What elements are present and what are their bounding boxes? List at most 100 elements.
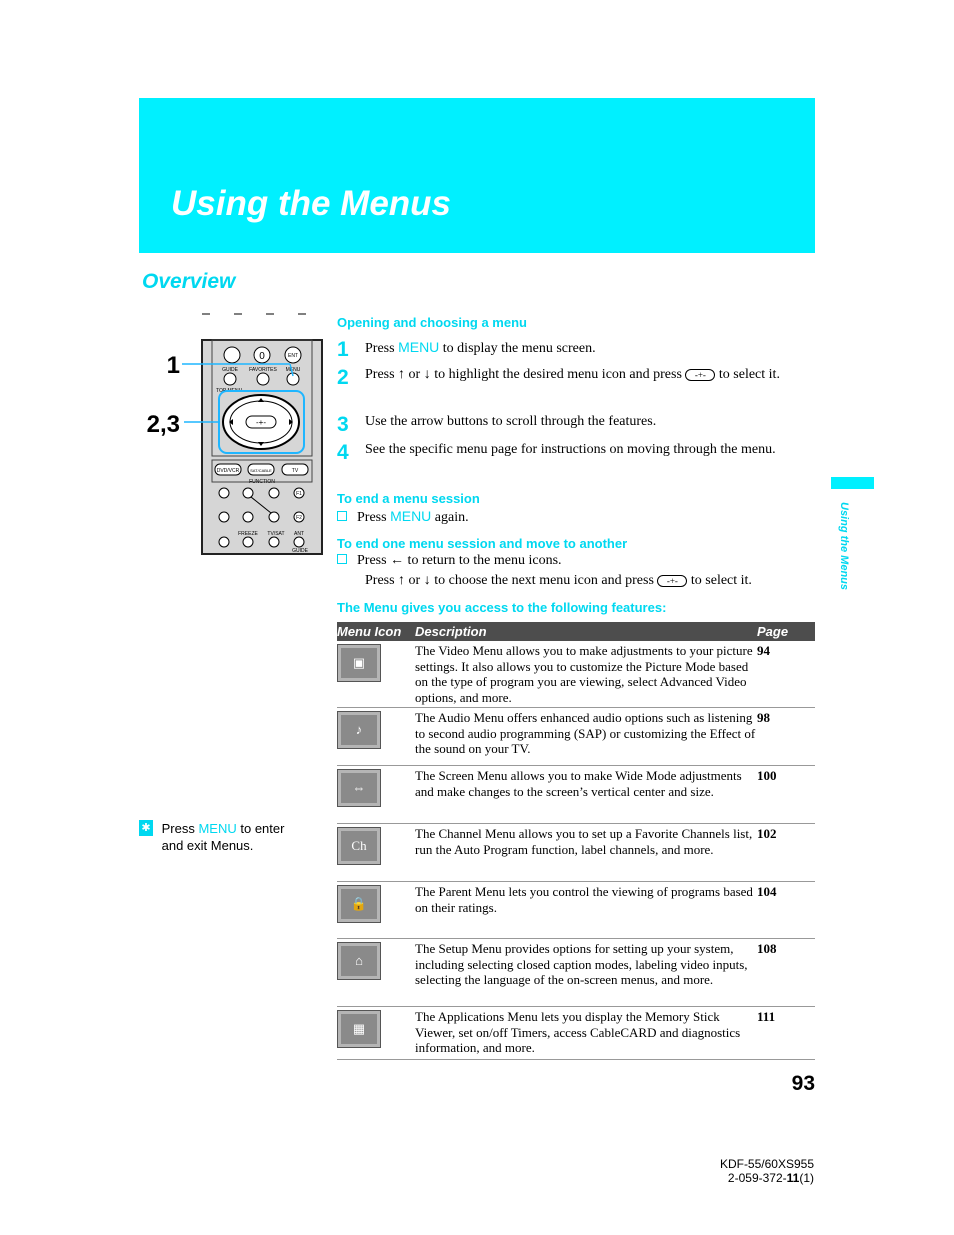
step-text: to display the menu screen. <box>439 341 596 356</box>
row-description: The Audio Menu offers enhanced audio opt… <box>415 710 756 756</box>
ant-label: ANT <box>294 531 304 537</box>
text: again. <box>431 510 469 525</box>
section-title: Overview <box>142 270 236 293</box>
model-number: KDF-55/60XS955 <box>719 1157 814 1171</box>
page-number: 93 <box>791 1072 815 1095</box>
dvd-vcr-label: DVD/VCR <box>217 468 240 474</box>
menu-keyword: MENU <box>390 508 432 524</box>
menu-keyword: MENU <box>398 339 440 355</box>
audio-menu-icon: ♪ <box>337 711 381 749</box>
column-header: Description <box>415 624 487 639</box>
sat-cable-label: SAT/CABLE <box>250 468 272 473</box>
channel-menu-icon: Ch <box>337 827 381 865</box>
select-button-icon: -+- <box>657 574 688 587</box>
features-table: Menu Icon Description Page ▣ The Video M… <box>337 622 815 1060</box>
footer: KDF-55/60XS955 2-059-372-11(1) <box>650 1157 814 1185</box>
guide-label: GUIDE <box>222 367 239 373</box>
step-number: 4 <box>337 441 349 464</box>
column-header: Menu Icon <box>337 624 402 639</box>
step-3: 3 Use the arrow buttons to scroll throug… <box>337 413 817 437</box>
side-tab-label: Using the Menus <box>838 502 850 591</box>
parent-menu-icon: 🔒 <box>337 885 381 923</box>
freeze-label: FREEZE <box>238 531 258 537</box>
row-page: 94 <box>757 643 770 658</box>
header-banner: Using the Menus <box>139 98 815 253</box>
end-one-text: Press ← to return to the menu icons. Pre… <box>337 552 752 590</box>
row-description: The Video Menu allows you to make adjust… <box>415 643 753 705</box>
text: to select it. <box>687 573 752 588</box>
guide2-label: GUIDE <box>292 548 309 554</box>
step-text: Press <box>365 341 399 356</box>
end-one-heading: To end one menu session and move to anot… <box>337 536 628 551</box>
step-text: See the specific menu page for instructi… <box>365 442 776 457</box>
table-row: ▦ The Applications Menu lets you display… <box>337 1007 815 1060</box>
row-description: The Parent Menu lets you control the vie… <box>415 884 753 915</box>
applications-menu-icon: ▦ <box>337 1010 381 1048</box>
step-text: Use the arrow buttons to scroll through … <box>365 414 657 429</box>
tv-sat-label: TV/SAT <box>267 531 284 537</box>
page-title: Using the Menus <box>171 184 452 223</box>
zero-label: 0 <box>259 351 265 362</box>
step-number: 3 <box>337 413 349 436</box>
row-description: The Applications Menu lets you display t… <box>415 1009 741 1055</box>
video-menu-icon: ▣ <box>337 644 381 682</box>
text: Press <box>161 821 199 836</box>
text: Press ← to return to the menu icons. <box>357 553 562 568</box>
features-heading: The Menu gives you access to the followi… <box>337 600 667 615</box>
select-glyph: -+- <box>256 418 266 427</box>
checkbox-bullet-icon <box>337 511 347 521</box>
end-session-text: Press MENU again. <box>337 507 469 527</box>
step-1: 1 Press MENU to display the menu screen. <box>337 338 817 362</box>
row-description: The Channel Menu allows you to set up a … <box>415 826 753 857</box>
ent-label: ENT <box>288 353 298 359</box>
guide-button <box>223 372 237 386</box>
select-button-icon: -+- <box>685 368 716 381</box>
table-row: ⌂ The Setup Menu provides options for se… <box>337 939 815 1007</box>
function-label: FUNCTION <box>249 479 275 485</box>
doc-code-suffix: (1) <box>799 1171 814 1185</box>
screen-menu-icon: ⇔ <box>337 769 381 807</box>
table-row: ▣ The Video Menu allows you to make adju… <box>337 641 815 708</box>
row-page: 104 <box>757 884 777 899</box>
lightbulb-tip-icon: ✱ <box>139 820 153 836</box>
row-page: 111 <box>757 1009 776 1024</box>
menu-keyword: MENU <box>198 821 237 836</box>
remote-control-illustration: 0 ENT GUIDE FAVORITES MENU TOP MENU -+- … <box>147 313 323 555</box>
tip-note: ✱ Press MENU to enter and exit Menus. <box>139 820 309 854</box>
table-row: Ch The Channel Menu allows you to set up… <box>337 824 815 882</box>
dot-button <box>223 346 241 364</box>
row-page: 102 <box>757 826 777 841</box>
end-session-heading: To end a menu session <box>337 491 480 506</box>
favorites-button <box>256 372 270 386</box>
text: Press ↑ or ↓ to choose the next menu ico… <box>365 573 658 588</box>
callout-1: 1 <box>167 352 180 379</box>
row-page: 108 <box>757 941 777 956</box>
favorites-label: FAVORITES <box>249 367 277 373</box>
table-row: ♪ The Audio Menu offers enhanced audio o… <box>337 708 815 766</box>
step-number: 2 <box>337 366 349 389</box>
step-text: Press ↑ or ↓ to highlight the desired me… <box>365 367 686 382</box>
doc-code: 2-059-372- <box>727 1171 787 1185</box>
callout-2-3: 2,3 <box>147 411 180 438</box>
step-2: 2 Press ↑ or ↓ to highlight the desired … <box>337 366 817 390</box>
step-text: to select it. <box>715 367 780 382</box>
f1-label: F1 <box>296 491 302 497</box>
side-tab <box>831 477 874 489</box>
step-4: 4 See the specific menu page for instruc… <box>337 441 817 465</box>
column-header: Page <box>757 624 789 639</box>
row-description: The Screen Menu allows you to make Wide … <box>415 768 742 799</box>
table-header: Menu Icon Description Page <box>337 622 815 641</box>
step-number: 1 <box>337 338 349 361</box>
row-page: 98 <box>757 710 770 725</box>
tv-label: TV <box>292 468 299 474</box>
row-page: 100 <box>757 768 777 783</box>
setup-menu-icon: ⌂ <box>337 942 381 980</box>
doc-code-bold: 11 <box>786 1171 800 1185</box>
f2-label: F2 <box>296 515 302 521</box>
text: Press <box>357 510 391 525</box>
opening-heading: Opening and choosing a menu <box>337 315 527 330</box>
menu-label: MENU <box>286 367 301 373</box>
row-description: The Setup Menu provides options for sett… <box>415 941 748 987</box>
table-row: 🔒 The Parent Menu lets you control the v… <box>337 882 815 939</box>
table-row: ⇔ The Screen Menu allows you to make Wid… <box>337 766 815 824</box>
